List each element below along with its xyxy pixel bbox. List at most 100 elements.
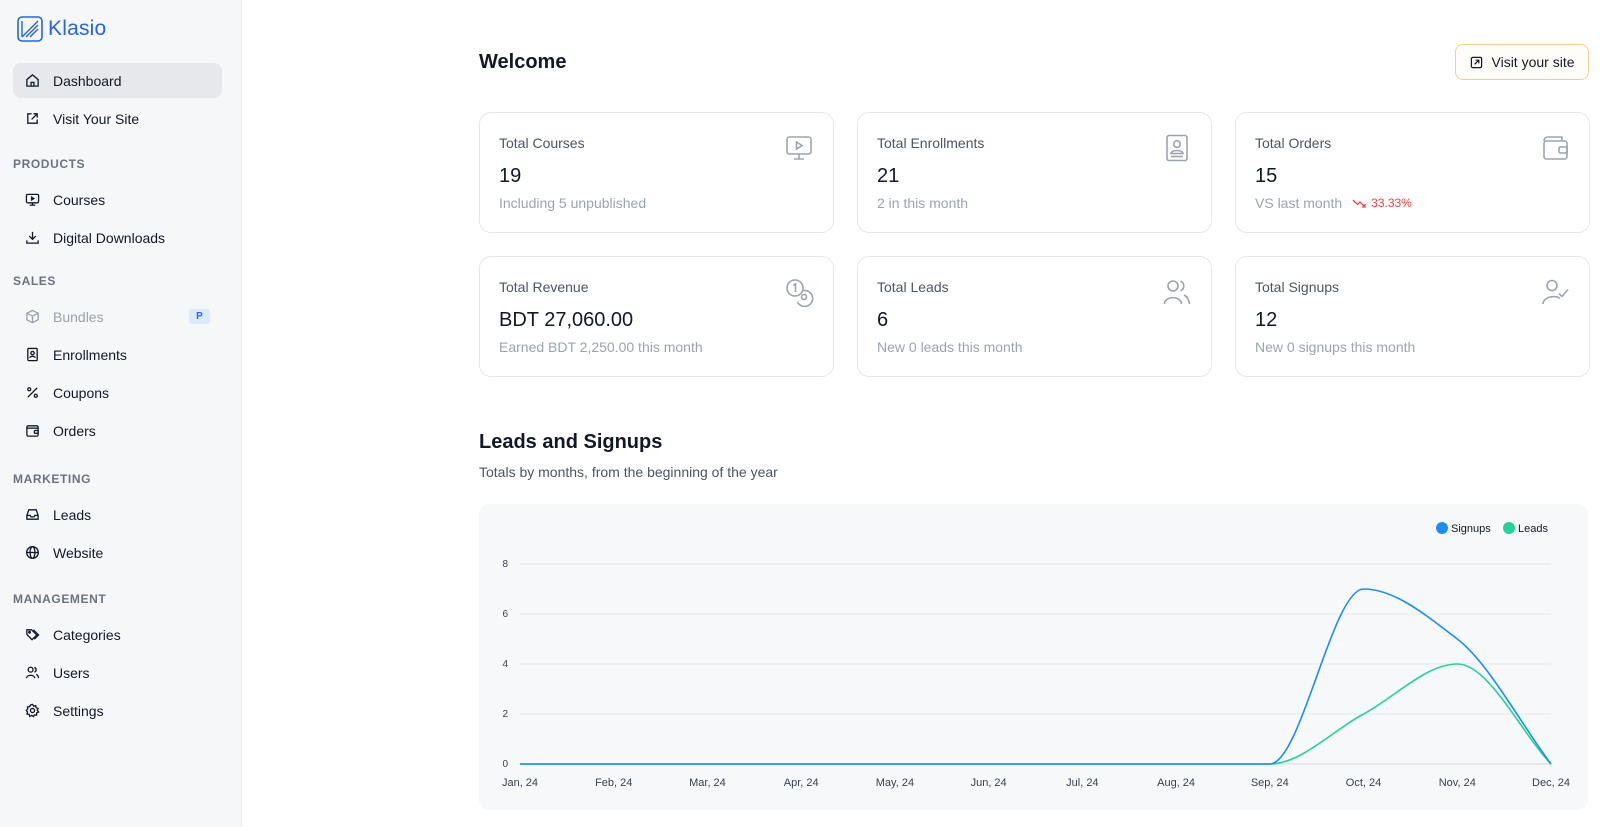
section-label-products: PRODUCTS bbox=[13, 157, 86, 171]
stat-card-total-revenue: Total Revenue BDT 27,060.00 Earned BDT 2… bbox=[479, 256, 834, 377]
monitor-play-icon bbox=[25, 192, 40, 207]
stat-card-total-courses: Total Courses 19 Including 5 unpublished bbox=[479, 112, 834, 233]
sidebar-item-website[interactable]: Website bbox=[13, 535, 222, 570]
card-subtitle-text: VS last month bbox=[1255, 195, 1343, 211]
card-value: BDT 27,060.00 bbox=[499, 309, 634, 331]
y-tick-label: 6 bbox=[502, 609, 508, 620]
y-tick-label: 0 bbox=[502, 759, 508, 770]
card-subtitle: Including 5 unpublished bbox=[499, 195, 646, 211]
sidebar-item-label: Settings bbox=[53, 702, 104, 719]
card-subtitle: Earned BDT 2,250.00 this month bbox=[499, 339, 703, 355]
legend-marker-signups bbox=[1436, 522, 1448, 534]
page-title: Welcome bbox=[479, 51, 567, 73]
card-subtitle: 2 in this month bbox=[877, 195, 968, 211]
card-title: Total Revenue bbox=[499, 279, 589, 295]
globe-icon bbox=[25, 545, 40, 560]
card-subtitle-text: New 0 signups this month bbox=[1255, 339, 1416, 355]
percent-icon bbox=[25, 385, 40, 400]
sidebar-item-label: Categories bbox=[53, 626, 121, 643]
sidebar-item-label: Dashboard bbox=[53, 72, 122, 89]
sidebar-item-label: Leads bbox=[53, 506, 92, 523]
card-subtitle-text: Earned BDT 2,250.00 this month bbox=[499, 339, 703, 355]
series-line-signups bbox=[520, 588, 1552, 765]
x-tick-label: Nov, 24 bbox=[1439, 777, 1476, 789]
sidebar-item-users[interactable]: Users bbox=[13, 655, 222, 690]
sidebar-item-label: Orders bbox=[53, 422, 96, 439]
y-tick-label: 8 bbox=[502, 559, 508, 570]
users-icon bbox=[1162, 277, 1192, 307]
sidebar-item-enrollments[interactable]: Enrollments bbox=[13, 337, 222, 372]
user-check-icon bbox=[1540, 277, 1570, 307]
card-subtitle: VS last month 33.33% bbox=[1255, 195, 1412, 211]
brand-logo[interactable]: Klasio bbox=[17, 15, 106, 43]
sidebar-item-label: Website bbox=[53, 544, 104, 561]
card-subtitle: New 0 leads this month bbox=[877, 339, 1023, 355]
sidebar-item-digital-downloads[interactable]: Digital Downloads bbox=[13, 220, 222, 255]
x-tick-label: Sep, 24 bbox=[1251, 777, 1289, 789]
contact-book-icon bbox=[25, 347, 40, 362]
card-subtitle-text: 2 in this month bbox=[877, 195, 969, 211]
card-value: 21 bbox=[877, 165, 900, 187]
card-value: 12 bbox=[1255, 309, 1278, 331]
card-subtitle-text: New 0 leads this month bbox=[877, 339, 1023, 355]
visit-site-button[interactable]: Visit your site bbox=[1455, 44, 1589, 80]
external-link-icon bbox=[25, 111, 40, 126]
x-tick-label: Jan, 24 bbox=[502, 777, 538, 789]
sidebar-item-label: Bundles bbox=[53, 308, 104, 325]
sidebar: Klasio Dashboard Visit Your Site PRODUCT… bbox=[0, 0, 242, 827]
sidebar-item-categories[interactable]: Categories bbox=[13, 617, 222, 652]
card-title: Total Courses bbox=[499, 135, 585, 151]
y-tick-label: 4 bbox=[502, 659, 508, 670]
x-tick-label: Dec, 24 bbox=[1532, 777, 1570, 789]
external-link-icon bbox=[1470, 56, 1482, 68]
box-icon bbox=[25, 309, 40, 324]
chart-title: Leads and Signups bbox=[479, 431, 663, 453]
card-title: Total Orders bbox=[1255, 135, 1332, 151]
leads-signups-chart: 0 2 4 6 8 Jan, 24 Feb, 24 Mar, 24 Apr, 24 May, 24… bbox=[479, 504, 1588, 810]
sidebar-item-orders[interactable]: Orders bbox=[13, 413, 222, 448]
sidebar-item-visit-site[interactable]: Visit Your Site bbox=[13, 101, 222, 136]
inbox-icon bbox=[25, 507, 40, 522]
legend-marker-leads bbox=[1503, 522, 1515, 534]
wallet-icon bbox=[25, 423, 40, 438]
gear-icon bbox=[25, 703, 40, 718]
sidebar-item-label: Enrollments bbox=[53, 346, 127, 363]
download-icon bbox=[25, 230, 40, 245]
card-value: 19 bbox=[499, 165, 522, 187]
wallet-icon bbox=[1540, 133, 1570, 163]
legend-label: Signups bbox=[1451, 523, 1491, 535]
users-icon bbox=[25, 665, 40, 680]
klasio-logo-icon bbox=[17, 16, 43, 42]
trend-value: 33.33% bbox=[1371, 196, 1412, 210]
sidebar-item-courses[interactable]: Courses bbox=[13, 182, 222, 217]
contact-book-icon bbox=[1162, 133, 1192, 163]
legend-label: Leads bbox=[1518, 523, 1548, 535]
section-label-sales: SALES bbox=[13, 274, 57, 288]
x-tick-label: Apr, 24 bbox=[784, 777, 819, 789]
pro-badge: P bbox=[189, 309, 210, 324]
sidebar-item-label: Visit Your Site bbox=[53, 110, 140, 127]
chart-svg: 0 2 4 6 8 Jan, 24 Feb, 24 Mar, 24 Apr, 24 May, 24… bbox=[502, 522, 1570, 789]
x-tick-label: Oct, 24 bbox=[1346, 777, 1381, 789]
card-value: 15 bbox=[1255, 165, 1278, 187]
sidebar-item-label: Coupons bbox=[53, 384, 110, 401]
chart-subtitle: Totals by months, from the beginning of … bbox=[479, 464, 778, 480]
x-tick-label: Feb, 24 bbox=[595, 777, 632, 789]
card-title: Total Leads bbox=[877, 279, 949, 295]
sidebar-item-dashboard[interactable]: Dashboard bbox=[13, 63, 222, 98]
card-subtitle-text: Including 5 unpublished bbox=[499, 195, 647, 211]
card-subtitle: New 0 signups this month bbox=[1255, 339, 1415, 355]
x-tick-label: Mar, 24 bbox=[689, 777, 726, 789]
y-tick-label: 2 bbox=[502, 709, 508, 720]
sidebar-item-label: Users bbox=[53, 664, 90, 681]
sidebar-item-coupons[interactable]: Coupons bbox=[13, 375, 222, 410]
tags-icon bbox=[25, 627, 40, 642]
sidebar-item-settings[interactable]: Settings bbox=[13, 693, 222, 728]
sidebar-item-leads[interactable]: Leads bbox=[13, 497, 222, 532]
trend-down-icon bbox=[1352, 199, 1366, 208]
x-tick-label: Jun, 24 bbox=[971, 777, 1007, 789]
coins-icon bbox=[784, 277, 814, 308]
stat-card-total-signups: Total Signups 12 New 0 signups this mont… bbox=[1235, 256, 1590, 377]
sidebar-item-bundles[interactable]: Bundles P bbox=[13, 299, 222, 334]
brand-name: Klasio bbox=[48, 17, 107, 40]
